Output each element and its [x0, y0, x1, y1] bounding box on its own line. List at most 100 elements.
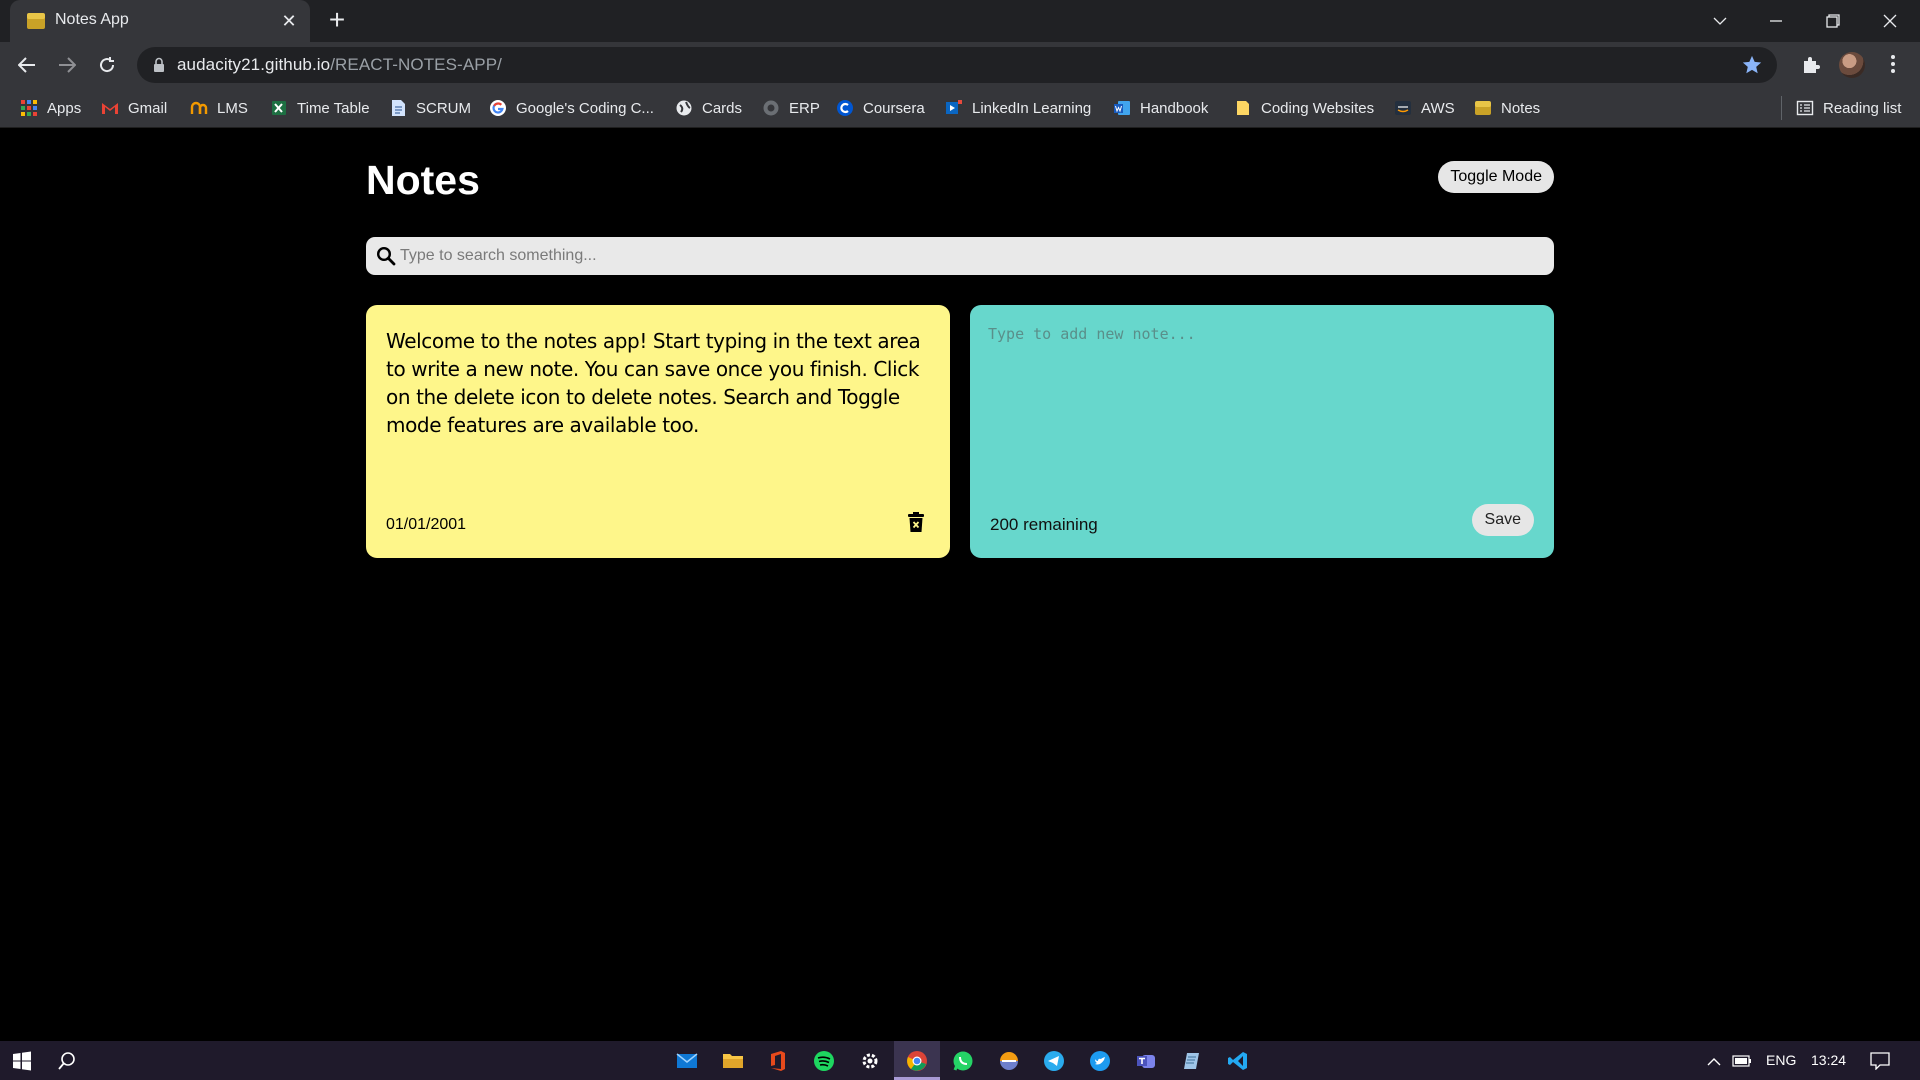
tray-chevron-up-icon[interactable] [1700, 1047, 1728, 1075]
bookmark-google-coding[interactable]: Google's Coding C... [489, 96, 654, 120]
page-title: Notes [366, 157, 480, 203]
bookmark-label: Google's Coding C... [516, 99, 654, 117]
bookmark-gmail[interactable]: Gmail [101, 96, 167, 120]
bookmark-label: Cards [702, 99, 743, 117]
apps-grid-icon [21, 100, 37, 116]
new-note-textarea[interactable] [988, 325, 1536, 475]
chrome-icon[interactable] [903, 1047, 931, 1075]
lock-icon [154, 57, 164, 72]
bookmark-notes[interactable]: Notes [1474, 96, 1540, 120]
save-button[interactable]: Save [1471, 504, 1534, 536]
app-header: Notes Toggle Mode [366, 157, 1554, 207]
browser-toolbar: audacity21.github.io/REACT-NOTES-APP/ [0, 42, 1920, 88]
bookmark-label: SCRUM [416, 99, 471, 117]
bookmark-erp[interactable]: ERP [762, 96, 820, 120]
windows-start-icon[interactable] [8, 1047, 36, 1075]
search-bar [366, 237, 1554, 275]
restore-button[interactable] [1805, 0, 1861, 42]
profile-avatar[interactable] [1839, 52, 1865, 78]
settings-icon[interactable] [856, 1047, 884, 1075]
windows-taskbar: ENG 13:24 [0, 1041, 1920, 1080]
coursera-icon [837, 100, 853, 116]
gmail-icon [102, 103, 118, 114]
new-tab-button[interactable]: + [322, 6, 352, 36]
page-content: Notes Toggle Mode Welcome to the notes a… [0, 129, 1920, 1041]
bookmark-apps[interactable]: Apps [20, 96, 81, 120]
back-button[interactable] [11, 49, 43, 81]
bookmark-label: Coding Websites [1261, 99, 1375, 117]
characters-remaining: 200 remaining [990, 515, 1098, 534]
notepad-icon[interactable] [1178, 1047, 1206, 1075]
battery-icon[interactable] [1728, 1047, 1756, 1075]
bookmark-star-icon[interactable] [1741, 54, 1763, 76]
bookmark-scrum[interactable]: SCRUM [389, 96, 471, 120]
teams-icon[interactable] [1132, 1047, 1160, 1075]
erp-icon [763, 100, 779, 116]
minimize-button[interactable] [1748, 0, 1804, 42]
search-input[interactable] [400, 237, 1540, 275]
word-icon [1114, 101, 1130, 115]
excel-icon [272, 101, 286, 115]
delete-icon[interactable] [906, 511, 926, 533]
bookmark-label: Gmail [128, 99, 168, 117]
tab-notes-app[interactable]: Notes App ✕ [10, 0, 310, 42]
vscode-icon[interactable] [1224, 1047, 1252, 1075]
linkedin-learning-icon [946, 100, 962, 114]
bookmark-coding-websites[interactable]: Coding Websites [1234, 96, 1374, 120]
tab-search-chevron-icon[interactable] [1692, 0, 1748, 42]
tab-strip: Notes App ✕ + [0, 0, 1920, 42]
url-text: audacity21.github.io/REACT-NOTES-APP/ [177, 55, 502, 75]
reading-list-icon [1796, 100, 1814, 116]
search-icon[interactable] [53, 1047, 81, 1075]
bookmark-aws[interactable]: AWS [1394, 96, 1455, 120]
language-indicator[interactable]: ENG [1766, 1052, 1796, 1068]
document-icon [392, 100, 405, 116]
search-icon [376, 246, 396, 266]
close-window-button[interactable] [1862, 0, 1918, 42]
bookmark-coursera[interactable]: Coursera [836, 96, 925, 120]
bookmark-label: Handbook [1140, 99, 1209, 117]
spotify-icon[interactable] [810, 1047, 838, 1075]
tab-close-icon[interactable]: ✕ [278, 10, 300, 32]
aws-icon [1395, 101, 1411, 115]
address-bar[interactable]: audacity21.github.io/REACT-NOTES-APP/ [137, 47, 1777, 83]
bookmark-label: Coursera [863, 99, 925, 117]
whatsapp-icon[interactable] [949, 1047, 977, 1075]
note-text: Welcome to the notes app! Start typing i… [386, 329, 921, 437]
bookmark-label: AWS [1421, 99, 1455, 117]
bookmark-lms[interactable]: LMS [190, 96, 248, 120]
bookmark-time-table[interactable]: Time Table [270, 96, 370, 120]
url-path: /REACT-NOTES-APP/ [330, 55, 502, 74]
bookmark-cards[interactable]: Cards [675, 96, 742, 120]
clock-time[interactable]: 13:24 [1811, 1052, 1846, 1068]
extensions-icon[interactable] [1796, 50, 1826, 80]
forward-button[interactable] [51, 49, 83, 81]
twitter-icon[interactable] [1086, 1047, 1114, 1075]
note-card: Welcome to the notes app! Start typing i… [366, 305, 950, 558]
note-date: 01/01/2001 [386, 516, 467, 533]
bookmark-label: ERP [789, 99, 820, 117]
bookmark-handbook[interactable]: Handbook [1113, 96, 1208, 120]
mail-icon[interactable] [673, 1047, 701, 1075]
reload-button[interactable] [91, 49, 123, 81]
notifications-icon[interactable] [1866, 1047, 1894, 1075]
notes-favicon-icon [27, 13, 45, 29]
new-note-card: 200 remaining Save [970, 305, 1554, 558]
bookmark-label: LMS [217, 99, 248, 117]
chrome-menu-icon[interactable] [1886, 52, 1900, 78]
folder-icon [1237, 101, 1249, 115]
office-icon[interactable] [764, 1047, 792, 1075]
bookmark-label: Notes [1501, 99, 1541, 117]
notes-list: Welcome to the notes app! Start typing i… [366, 305, 1554, 558]
app-icon[interactable] [995, 1047, 1023, 1075]
google-icon [490, 100, 506, 116]
tab-title: Notes App [55, 11, 129, 28]
telegram-icon[interactable] [1040, 1047, 1068, 1075]
bookmark-linkedin-learning[interactable]: LinkedIn Learning [945, 96, 1091, 120]
reading-list-label: Reading list [1823, 99, 1902, 117]
bookmark-label: Apps [47, 99, 82, 117]
bookmarks-bar: Apps Gmail LMS Time Table SCRUM Google's… [0, 88, 1920, 128]
toggle-mode-button[interactable]: Toggle Mode [1438, 161, 1554, 193]
file-explorer-icon[interactable] [719, 1047, 747, 1075]
reading-list-button[interactable]: Reading list [1796, 96, 1901, 120]
